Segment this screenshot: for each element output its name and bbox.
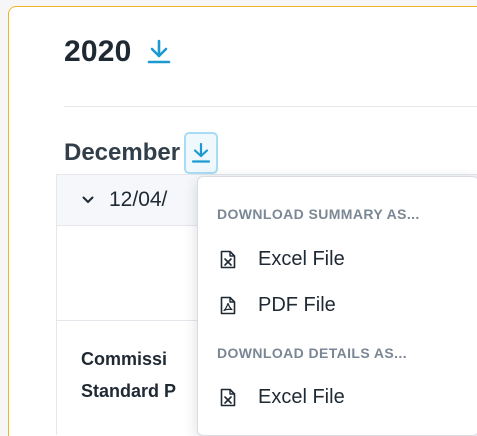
section-divider xyxy=(64,106,477,107)
menu-item-label: Excel File xyxy=(258,385,345,408)
details-excel-file-option[interactable]: Excel File xyxy=(198,375,477,419)
excel-file-icon xyxy=(220,388,236,406)
excel-file-icon xyxy=(220,250,236,268)
download-summary-heading: DOWNLOAD SUMMARY AS... xyxy=(217,206,420,222)
download-icon xyxy=(191,142,211,163)
summary-pdf-file-option[interactable]: PDF File xyxy=(198,283,477,327)
menu-item-label: PDF File xyxy=(258,293,336,316)
app-frame: 2020 December 12/04/ Commissi Standard P… xyxy=(0,0,477,436)
summary-excel-file-option[interactable]: Excel File xyxy=(198,237,477,281)
month-header: December xyxy=(64,132,219,174)
chevron-down-icon xyxy=(82,196,94,203)
group-date: 12/04/ xyxy=(109,188,168,211)
pdf-file-icon xyxy=(220,296,236,314)
download-details-heading: DOWNLOAD DETAILS AS... xyxy=(217,345,408,361)
year-header: 2020 xyxy=(64,35,172,69)
year-title: 2020 xyxy=(64,35,132,68)
download-icon xyxy=(147,39,170,64)
download-dropdown-menu: DOWNLOAD SUMMARY AS... Excel File PDF Fi… xyxy=(197,176,477,436)
month-download-button[interactable] xyxy=(184,132,219,174)
year-download-button[interactable] xyxy=(146,38,172,66)
menu-item-label: Excel File xyxy=(258,247,345,270)
month-title: December xyxy=(64,139,181,166)
